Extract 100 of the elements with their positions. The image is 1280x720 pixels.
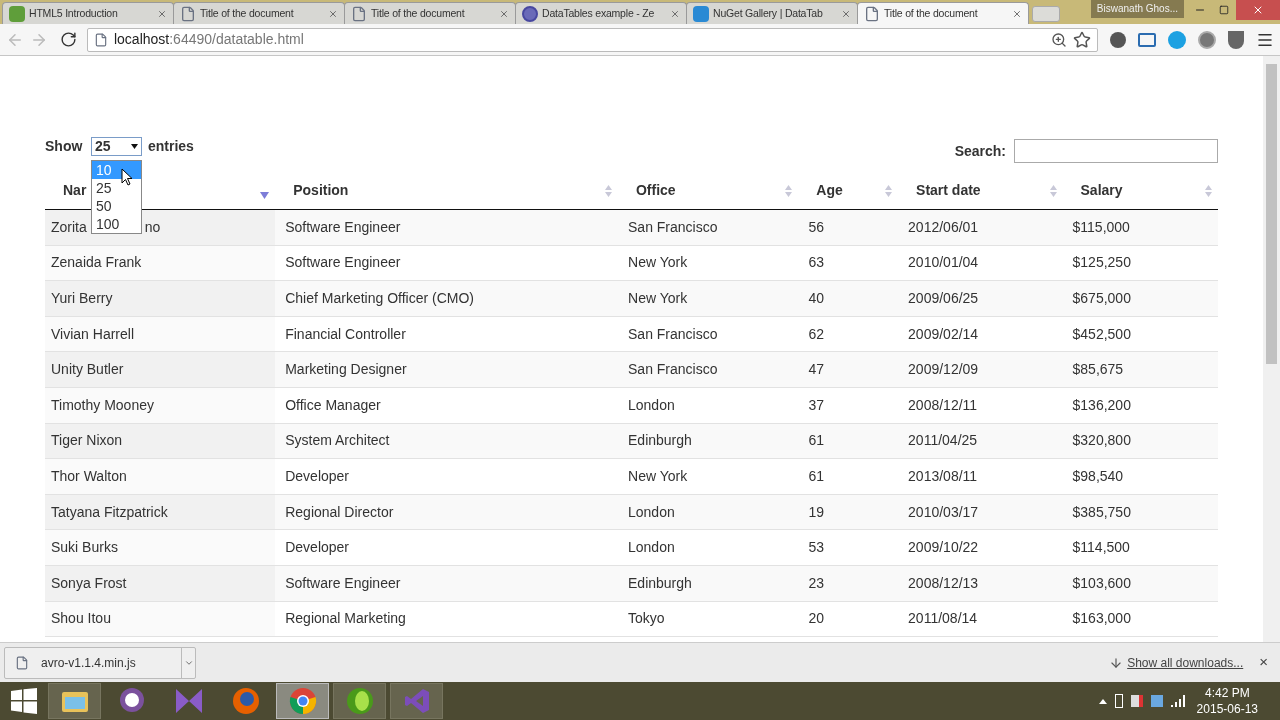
table-cell-text: Marketing Designer bbox=[284, 360, 408, 380]
table-cell-text: 2008/12/13 bbox=[907, 573, 980, 593]
screen-capture-icon[interactable] bbox=[1138, 32, 1156, 47]
table-cell-text: $125,250 bbox=[1071, 253, 1132, 273]
entries-label: entries bbox=[148, 137, 194, 156]
table-cell: Zenaida Frank bbox=[45, 245, 276, 281]
table-cell-text: $385,750 bbox=[1071, 502, 1132, 522]
page-icon bbox=[351, 5, 367, 22]
browser-tab[interactable]: DataTables example - Ze bbox=[515, 2, 687, 24]
table-cell: Shou Itou bbox=[45, 601, 276, 637]
reload-icon[interactable] bbox=[59, 31, 77, 48]
mouse-cursor-icon bbox=[121, 168, 133, 186]
table-cell-text: 40 bbox=[807, 289, 825, 308]
column-header[interactable]: Position bbox=[293, 180, 349, 201]
page-icon bbox=[93, 32, 108, 47]
tab-title: Title of the document bbox=[371, 5, 466, 21]
chrome-icon bbox=[288, 687, 317, 715]
close-downloads-button[interactable]: × bbox=[1259, 651, 1268, 674]
browser-tab[interactable]: Title of the document bbox=[344, 2, 516, 24]
tray-expand-icon[interactable] bbox=[1098, 698, 1107, 704]
page-length-select[interactable]: 25 bbox=[91, 137, 142, 156]
table-cell-text: 2011/08/14 bbox=[907, 609, 979, 629]
tab-title: Title of the document bbox=[200, 5, 295, 21]
table-cell-text: Edinburgh bbox=[627, 431, 693, 451]
close-icon[interactable] bbox=[841, 8, 851, 19]
bowtie-icon bbox=[173, 687, 204, 715]
close-icon[interactable] bbox=[499, 8, 509, 19]
dropdown-option[interactable]: 100 bbox=[92, 215, 141, 233]
signal-icon[interactable] bbox=[1170, 695, 1185, 707]
table-cell-text: 2009/02/14 bbox=[907, 324, 980, 344]
sort-icon bbox=[604, 184, 612, 197]
address-bar[interactable]: localhost:64490/datatable.html bbox=[86, 27, 1098, 52]
table-cell-text: San Francisco bbox=[627, 360, 719, 380]
table-cell-text: 2008/12/11 bbox=[907, 395, 979, 415]
table-cell: Tatyana Fitzpatrick bbox=[45, 494, 276, 530]
table-cell-text: $136,200 bbox=[1071, 395, 1132, 415]
browser-tab[interactable]: Title of the document bbox=[857, 2, 1029, 24]
sort-descending-icon bbox=[260, 192, 270, 199]
profile-name[interactable]: Biswanath Ghos... bbox=[1090, 0, 1184, 18]
download-filename: avro-v1.1.4.min.js bbox=[41, 654, 137, 672]
clock-date[interactable]: 2015-06-13 bbox=[1196, 701, 1258, 717]
windows-start-icon[interactable] bbox=[11, 688, 37, 714]
browser-tab[interactable]: HTML5 Introduction bbox=[2, 2, 174, 24]
table-cell-text: $98,540 bbox=[1071, 466, 1125, 486]
table-cell-text: London bbox=[627, 395, 676, 415]
table-cell-text: 2012/06/01 bbox=[907, 217, 980, 237]
table-cell-text: $114,500 bbox=[1071, 538, 1131, 558]
sort-icon bbox=[1049, 184, 1057, 197]
column-header[interactable]: Office bbox=[635, 180, 676, 201]
search-label: Search: bbox=[954, 141, 1006, 161]
flag-icon[interactable] bbox=[1130, 695, 1143, 707]
close-icon[interactable] bbox=[1012, 8, 1022, 19]
table-cell-text: Tokyo bbox=[627, 609, 666, 629]
table-cell-text: 2011/04/25 bbox=[907, 431, 979, 451]
table-cell: Sonya Frost bbox=[45, 565, 276, 601]
shield-icon[interactable] bbox=[1228, 30, 1244, 49]
folder-icon bbox=[60, 689, 89, 713]
close-icon[interactable] bbox=[157, 8, 167, 19]
table-cell-text: San Francisco bbox=[627, 324, 719, 344]
tab-title: Title of the document bbox=[884, 5, 979, 21]
column-header[interactable]: Age bbox=[816, 180, 843, 201]
table-cell-text: London bbox=[627, 502, 676, 522]
page-icon bbox=[180, 5, 196, 22]
dropdown-option[interactable]: 25 bbox=[92, 179, 141, 197]
download-item[interactable]: avro-v1.1.4.min.js bbox=[4, 646, 196, 679]
search-field[interactable] bbox=[1014, 139, 1218, 163]
battery-icon[interactable] bbox=[1114, 694, 1123, 708]
table-cell-text: 61 bbox=[807, 466, 825, 486]
table-cell: Tiger Nixon bbox=[45, 423, 276, 459]
table-cell-text: New York bbox=[627, 466, 689, 486]
table-cell-text: New York bbox=[627, 253, 689, 273]
table-cell-text: 62 bbox=[807, 324, 825, 344]
column-header[interactable]: Salary bbox=[1080, 180, 1123, 201]
bookmark-star-icon[interactable] bbox=[1073, 30, 1091, 49]
clock-time[interactable]: 4:42 PM bbox=[1204, 685, 1250, 701]
url-text: localhost:64490/datatable.html bbox=[113, 30, 304, 49]
table-cell-text: $103,600 bbox=[1071, 573, 1132, 593]
close-icon[interactable] bbox=[328, 8, 338, 19]
table-cell-text: 23 bbox=[807, 573, 825, 593]
column-header[interactable]: Nar bbox=[63, 180, 87, 201]
table-cell-text: $163,000 bbox=[1071, 609, 1132, 629]
table-cell-text: 2009/12/09 bbox=[907, 360, 980, 380]
browser-tab[interactable]: NuGet Gallery | DataTab bbox=[686, 2, 858, 24]
scrollbar[interactable] bbox=[1263, 56, 1280, 642]
column-header[interactable]: Start date bbox=[916, 180, 981, 201]
table-cell-text: San Francisco bbox=[627, 217, 719, 237]
taskbar-button[interactable] bbox=[333, 683, 386, 719]
file-icon bbox=[15, 655, 29, 670]
show-all-downloads-link[interactable]: Show all downloads... bbox=[1127, 653, 1244, 672]
zoom-icon[interactable] bbox=[1051, 31, 1067, 48]
table-cell: Suki Burks bbox=[45, 530, 276, 565]
table-cell-text: Software Engineer bbox=[284, 253, 402, 273]
browser-tab[interactable]: Title of the document bbox=[173, 2, 345, 24]
table-cell-text: $320,800 bbox=[1071, 431, 1132, 451]
table-cell: Unity Butler bbox=[45, 352, 276, 387]
table-cell-text: 2010/03/17 bbox=[907, 502, 980, 522]
table-cell-text: New York bbox=[627, 289, 689, 308]
close-icon[interactable] bbox=[670, 8, 680, 19]
table-cell-text: $452,500 bbox=[1071, 324, 1132, 344]
table-cell-text: 2010/01/04 bbox=[907, 253, 980, 273]
